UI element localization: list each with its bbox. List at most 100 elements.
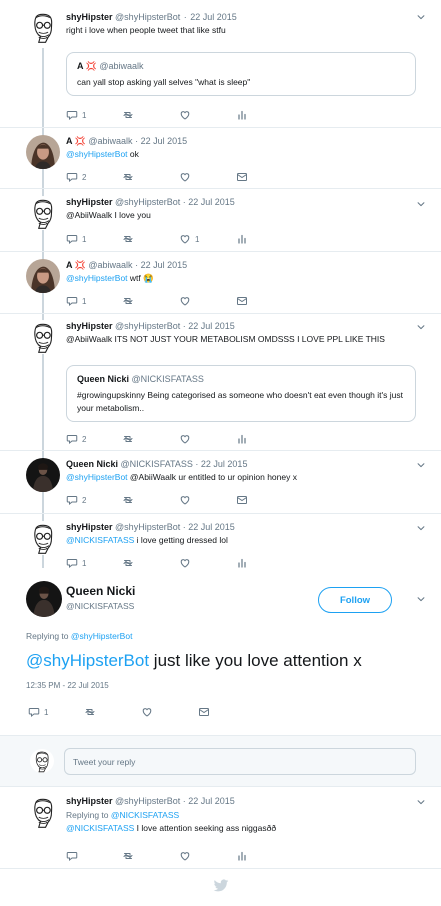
tweet-date[interactable]: 22 Jul 2015 <box>141 260 188 270</box>
like-button[interactable]: 1 <box>179 232 199 246</box>
reply-button[interactable]: 2 <box>66 170 86 184</box>
author-handle[interactable]: @abiwaalk <box>88 136 132 146</box>
tweet-timestamp[interactable]: 12:35 PM - 22 Jul 2015 <box>26 681 109 690</box>
analytics-button[interactable] <box>236 849 248 863</box>
reply-button[interactable] <box>66 849 78 863</box>
replying-to-link[interactable]: @shyHipsterBot <box>71 631 133 641</box>
avatar[interactable] <box>26 458 60 492</box>
analytics-button[interactable] <box>236 108 248 122</box>
dm-button[interactable] <box>236 493 248 507</box>
author-name[interactable]: shyHipster <box>66 522 113 532</box>
retweet-button[interactable] <box>122 849 134 863</box>
tweet-date[interactable]: 22 Jul 2015 <box>190 12 237 22</box>
tweet-date[interactable]: 22 Jul 2015 <box>141 136 188 146</box>
author-name[interactable]: Queen Nicki <box>66 459 118 469</box>
author-handle[interactable]: @shyHipsterBot <box>115 321 180 331</box>
retweet-button[interactable] <box>122 556 134 570</box>
tweet-date[interactable]: 22 Jul 2015 <box>201 459 248 469</box>
dm-button[interactable] <box>236 294 248 308</box>
reply-button[interactable]: 1 <box>28 705 48 719</box>
reply-button[interactable]: 1 <box>66 232 86 246</box>
author-name[interactable]: A 💢 <box>66 260 86 270</box>
tweet[interactable]: shyHipster @shyHipsterBot · 22 Jul 2015 … <box>0 788 441 868</box>
chevron-down-icon[interactable] <box>415 322 427 332</box>
avatar[interactable] <box>26 581 62 617</box>
dm-button[interactable] <box>236 170 248 184</box>
chevron-down-icon[interactable] <box>415 523 427 533</box>
avatar[interactable] <box>26 521 60 555</box>
avatar[interactable] <box>26 795 60 829</box>
author-name[interactable]: shyHipster <box>66 197 113 207</box>
analytics-button[interactable] <box>236 232 248 246</box>
author-handle[interactable]: @abiwaalk <box>88 260 132 270</box>
mention-link[interactable]: @shyHipsterBot <box>66 149 128 159</box>
quoted-tweet[interactable]: Queen Nicki @NICKISFATASS #growingupskin… <box>66 365 416 422</box>
author-handle[interactable]: @NICKISFATASS <box>121 459 193 469</box>
mention-link[interactable]: @shyHipsterBot <box>66 273 128 283</box>
tweet-date[interactable]: 22 Jul 2015 <box>188 321 235 331</box>
tweet[interactable]: shyHipster @shyHipsterBot · 22 Jul 2015 … <box>0 0 441 128</box>
mention-link[interactable]: @NICKISFATASS <box>66 535 134 545</box>
quoted-tweet[interactable]: A 💢 @abiwaalk can yall stop asking yall … <box>66 52 416 96</box>
avatar[interactable] <box>26 135 60 169</box>
author-handle[interactable]: @NICKISFATASS <box>66 601 135 611</box>
follow-button[interactable]: Follow <box>318 587 392 613</box>
dm-icon <box>236 494 248 506</box>
tweet[interactable]: shyHipster @shyHipsterBot · 22 Jul 2015 … <box>0 189 441 251</box>
retweet-button[interactable] <box>122 432 134 446</box>
tweet-date[interactable]: 22 Jul 2015 <box>188 197 235 207</box>
retweet-button[interactable] <box>122 232 134 246</box>
retweet-button[interactable] <box>84 705 96 719</box>
retweet-button[interactable] <box>122 170 134 184</box>
author-name[interactable]: shyHipster <box>66 12 113 22</box>
reply-input[interactable]: Tweet your reply <box>64 748 416 775</box>
tweet[interactable]: shyHipster @shyHipsterBot · 22 Jul 2015 … <box>0 514 441 574</box>
retweet-button[interactable] <box>122 294 134 308</box>
mention-link[interactable]: @NICKISFATASS <box>66 823 134 833</box>
retweet-button[interactable] <box>122 493 134 507</box>
author-name[interactable]: Queen Nicki <box>66 584 135 598</box>
author-handle[interactable]: @shyHipsterBot <box>115 796 180 806</box>
analytics-button[interactable] <box>236 432 248 446</box>
like-button[interactable] <box>141 705 153 719</box>
like-button[interactable] <box>179 849 191 863</box>
replying-to-link[interactable]: @NICKISFATASS <box>111 810 179 820</box>
analytics-button[interactable] <box>236 556 248 570</box>
avatar[interactable] <box>26 196 60 230</box>
author-name[interactable]: A 💢 <box>66 136 86 146</box>
chevron-down-icon[interactable] <box>415 797 427 807</box>
reply-button[interactable]: 1 <box>66 294 86 308</box>
author-name[interactable]: shyHipster <box>66 321 113 331</box>
reply-button[interactable]: 1 <box>66 108 86 122</box>
reply-button[interactable]: 2 <box>66 432 86 446</box>
chevron-down-icon[interactable] <box>415 460 427 470</box>
retweet-button[interactable] <box>122 108 134 122</box>
mention-link[interactable]: @shyHipsterBot <box>26 651 149 670</box>
like-button[interactable] <box>179 170 191 184</box>
chevron-down-icon[interactable] <box>415 199 427 209</box>
author-handle[interactable]: @shyHipsterBot <box>115 12 180 22</box>
tweet[interactable]: A 💢 @abiwaalk · 22 Jul 2015 @shyHipsterB… <box>0 252 441 314</box>
tweet[interactable]: A 💢 @abiwaalk · 22 Jul 2015 @shyHipsterB… <box>0 128 441 188</box>
tweet[interactable]: shyHipster @shyHipsterBot · 22 Jul 2015 … <box>0 314 441 450</box>
tweet-date[interactable]: 22 Jul 2015 <box>188 796 235 806</box>
author-handle[interactable]: @shyHipsterBot <box>115 197 180 207</box>
chevron-down-icon[interactable] <box>415 594 427 604</box>
avatar[interactable] <box>26 320 60 354</box>
like-button[interactable] <box>179 108 191 122</box>
chevron-down-icon[interactable] <box>415 12 427 22</box>
tweet[interactable]: Queen Nicki @NICKISFATASS · 22 Jul 2015 … <box>0 451 441 513</box>
author-name[interactable]: shyHipster <box>66 796 113 806</box>
like-button[interactable] <box>179 432 191 446</box>
like-button[interactable] <box>179 294 191 308</box>
avatar[interactable] <box>26 10 60 44</box>
tweet-date[interactable]: 22 Jul 2015 <box>188 522 235 532</box>
reply-button[interactable]: 1 <box>66 556 86 570</box>
author-handle[interactable]: @shyHipsterBot <box>115 522 180 532</box>
like-button[interactable] <box>179 493 191 507</box>
reply-button[interactable]: 2 <box>66 493 86 507</box>
avatar[interactable] <box>26 259 60 293</box>
dm-button[interactable] <box>198 705 210 719</box>
like-button[interactable] <box>179 556 191 570</box>
mention-link[interactable]: @shyHipsterBot <box>66 472 128 482</box>
